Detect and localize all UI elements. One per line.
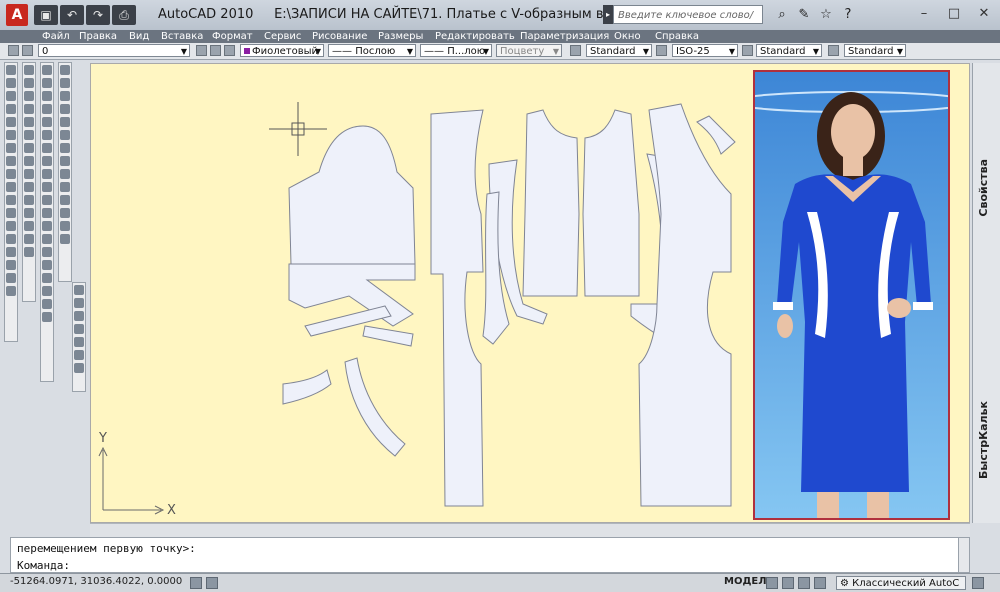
menu-help[interactable]: Справка	[655, 30, 699, 43]
layer-combo[interactable]: 0 ▼	[38, 44, 190, 57]
quick-view-layouts-icon[interactable]	[766, 577, 778, 589]
command-window[interactable]: перемещением первую точку>: Команда:	[10, 537, 970, 573]
properties-palette-tab[interactable]: Свойства	[977, 159, 990, 217]
layer-properties-icon[interactable]	[8, 45, 19, 56]
back-neck-facing	[696, 115, 736, 155]
search-input[interactable]: Введите ключевое слово/фразу	[613, 5, 763, 40]
menu-file[interactable]: Файл	[42, 30, 70, 43]
layer-state-icon[interactable]	[22, 45, 33, 56]
modify-toolbar[interactable]	[58, 62, 72, 282]
pan-icon[interactable]	[798, 577, 810, 589]
menu-draw[interactable]: Рисование	[312, 30, 367, 43]
color-swatch	[244, 48, 250, 54]
multileader-style-combo[interactable]: Standard ▼	[844, 44, 906, 57]
menu-window[interactable]: Окно	[614, 30, 641, 43]
crosshair-cursor	[269, 102, 327, 156]
command-history: перемещением первую точку>:	[17, 542, 196, 555]
save-icon[interactable]: ▣	[34, 5, 58, 25]
status-bar: -51264.0971, 31036.4022, 0.0000 МОДЕЛЬ ⚙…	[0, 573, 1000, 592]
plot-icon[interactable]: ⎙	[112, 5, 136, 25]
sleeve-piece	[288, 125, 416, 265]
maximize-button[interactable]: □	[944, 4, 964, 24]
menu-dimension[interactable]: Размеры	[378, 30, 423, 43]
dim-style-icon[interactable]	[656, 45, 667, 56]
menu-modify[interactable]: Редактировать	[435, 30, 515, 43]
sleeve-facing	[362, 325, 414, 347]
table-style-icon[interactable]	[742, 45, 753, 56]
neck-facing-2	[344, 357, 406, 457]
undo-icon[interactable]: ↶	[60, 5, 84, 25]
star-icon[interactable]: ☆	[817, 5, 835, 25]
multileader-style-icon[interactable]	[828, 45, 839, 56]
lock-icon[interactable]	[972, 577, 984, 589]
binoculars-icon[interactable]: ⌕	[773, 5, 791, 25]
ucs-icon	[98, 446, 165, 515]
draw-toolbar-2[interactable]	[22, 62, 36, 302]
menu-format[interactable]: Формат	[212, 30, 253, 43]
bodice-right	[582, 109, 640, 297]
grid-icon[interactable]	[206, 577, 218, 589]
minimize-button[interactable]: –	[914, 4, 934, 24]
quick-access-toolbar: ▣ ↶ ↷ ⎙	[34, 5, 136, 25]
make-current-icon[interactable]	[196, 45, 207, 56]
plotstyle-combo: Поцвету ▼	[496, 44, 562, 57]
dim-style-combo[interactable]: ISO-25 ▼	[672, 44, 738, 57]
window-controls: – □ ✕	[914, 4, 994, 24]
autocad-logo-icon[interactable]: A	[6, 4, 28, 26]
neck-facing-1	[282, 369, 332, 405]
window-title: AutoCAD 2010 E:\ЗАПИСИ НА САЙТЕ\71. Плат…	[158, 7, 669, 22]
right-palette-bar: Свойства БыстрКальк	[972, 63, 1000, 523]
search-expand-icon[interactable]: ▸	[603, 5, 613, 24]
zoom-icon[interactable]	[814, 577, 826, 589]
menu-view[interactable]: Вид	[129, 30, 149, 43]
help-icon[interactable]: ?	[839, 5, 857, 25]
ucs-x-label: X	[167, 503, 176, 518]
wrench-icon[interactable]: ✎	[795, 5, 813, 25]
menu-parametric[interactable]: Параметризация	[520, 30, 609, 43]
bodice-left	[522, 109, 580, 297]
snap-icon[interactable]	[190, 577, 202, 589]
draw-toolbar-1[interactable]	[4, 62, 18, 342]
coordinates-readout[interactable]: -51264.0971, 31036.4022, 0.0000	[10, 576, 182, 587]
workspace-switcher[interactable]: ⚙ Классический AutoC	[836, 576, 966, 590]
dress-model-photo	[753, 70, 950, 520]
text-toolbar[interactable]	[72, 282, 86, 392]
ucs-y-label: Y	[98, 431, 107, 446]
color-combo[interactable]: Фиолетовый ▼	[240, 44, 324, 57]
layer-match-icon[interactable]	[224, 45, 235, 56]
command-prompt[interactable]: Команда:	[17, 559, 70, 572]
text-style-icon[interactable]	[570, 45, 581, 56]
layer-previous-icon[interactable]	[210, 45, 221, 56]
front-panel	[430, 109, 484, 507]
title-bar: A ▣ ↶ ↷ ⎙ AutoCAD 2010 E:\ЗАПИСИ НА САЙТ…	[0, 0, 1000, 40]
quick-view-drawings-icon[interactable]	[782, 577, 794, 589]
close-button[interactable]: ✕	[974, 4, 994, 24]
dress-illustration	[755, 91, 948, 518]
menu-tools[interactable]: Сервис	[264, 30, 301, 43]
quickcalc-palette-tab[interactable]: БыстрКальк	[977, 401, 990, 479]
draw-modify-toolbars	[4, 62, 86, 402]
lineweight-combo[interactable]: —— П...лою ▼	[420, 44, 492, 57]
horizontal-scrollbar[interactable]	[90, 523, 970, 538]
info-center-toolbar: ⌕ ✎ ☆ ?	[773, 5, 857, 25]
linetype-combo[interactable]: —— Послою ▼	[328, 44, 416, 57]
text-style-combo[interactable]: Standard ▼	[586, 44, 652, 57]
command-scrollbar[interactable]	[958, 537, 970, 573]
redo-icon[interactable]: ↷	[86, 5, 110, 25]
draw-toolbar-3[interactable]	[40, 62, 54, 382]
menu-edit[interactable]: Правка	[79, 30, 117, 43]
menu-insert[interactable]: Вставка	[161, 30, 203, 43]
properties-toolbar: 0 ▼ Фиолетовый ▼ —— Послою ▼ —— П...лою ▼ По…	[0, 43, 1000, 60]
table-style-combo[interactable]: Standard ▼	[756, 44, 822, 57]
menu-bar: Файл Правка Вид Вставка Формат Сервис Ри…	[0, 30, 1000, 43]
